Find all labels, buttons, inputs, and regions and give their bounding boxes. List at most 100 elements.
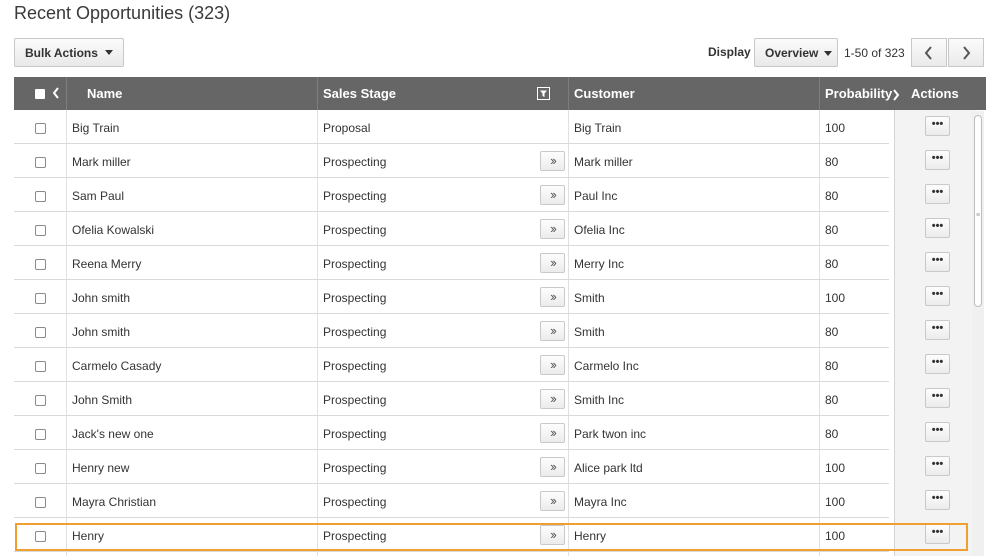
customer-cell[interactable]: Carmelo Inc — [568, 349, 819, 382]
advance-stage-button[interactable]: ›› — [540, 423, 565, 443]
advance-stage-button[interactable]: ›› — [540, 525, 565, 545]
opportunities-table: Name Sales Stage Customer Probability Ac… — [14, 77, 986, 556]
name-cell[interactable]: John smith — [66, 315, 317, 348]
header-sales-stage[interactable]: Sales Stage — [323, 77, 396, 110]
customer-cell[interactable]: Smith — [568, 315, 819, 348]
row-checkbox[interactable] — [35, 429, 46, 440]
table-row[interactable]: Big Train Proposal Big Train 100 ••• — [14, 111, 986, 145]
row-checkbox[interactable] — [35, 463, 46, 474]
row-checkbox[interactable] — [35, 157, 46, 168]
filter-icon[interactable] — [537, 87, 550, 100]
display-select[interactable]: Overview — [754, 38, 838, 67]
header-name[interactable]: Name — [87, 77, 122, 110]
customer-cell[interactable]: Paul Inc — [568, 179, 819, 212]
row-checkbox[interactable] — [35, 123, 46, 134]
advance-stage-button[interactable]: ›› — [540, 253, 565, 273]
name-cell[interactable]: Reena Merry — [66, 247, 317, 280]
customer-cell[interactable]: Big Train — [568, 111, 819, 144]
row-actions-button[interactable]: ••• — [925, 524, 950, 544]
select-all-checkbox[interactable] — [35, 89, 45, 99]
table-row[interactable]: John smith Prospecting ›› Smith 80 ••• — [14, 315, 986, 349]
row-actions-button[interactable]: ••• — [925, 150, 950, 170]
name-cell[interactable]: Sam Paul — [66, 179, 317, 212]
advance-stage-button[interactable]: ›› — [540, 219, 565, 239]
chevron-left-icon — [924, 45, 932, 60]
table-row[interactable]: Henry Prospecting ›› Henry 100 ••• — [14, 519, 986, 553]
table-row[interactable]: Jack's new one Prospecting ›› Park twon inc… — [14, 417, 986, 451]
select-cell — [14, 111, 66, 144]
customer-cell[interactable]: Smith — [568, 281, 819, 314]
vertical-scrollbar[interactable]: ≡ — [972, 111, 984, 556]
name-cell[interactable]: Henry new — [66, 451, 317, 484]
customer-cell[interactable]: Park twon inc — [568, 417, 819, 450]
advance-stage-button[interactable]: ›› — [540, 355, 565, 375]
name-cell[interactable]: John smith — [66, 281, 317, 314]
customer-cell[interactable]: Alice park ltd — [568, 451, 819, 484]
advance-stage-button[interactable]: ›› — [540, 185, 565, 205]
row-checkbox[interactable] — [35, 497, 46, 508]
table-row[interactable]: Sam Paul Prospecting ›› Paul Inc 80 ••• — [14, 179, 986, 213]
advance-stage-button[interactable]: ›› — [540, 321, 565, 341]
name-cell[interactable]: Mayra Christian — [66, 485, 317, 518]
scroll-left-icon[interactable] — [52, 87, 60, 99]
select-cell — [14, 519, 66, 552]
table-row[interactable]: Ofelia Kowalski Prospecting ›› Ofelia Inc 80… — [14, 213, 986, 247]
row-actions-button[interactable]: ••• — [925, 354, 950, 374]
probability-cell: 100 — [819, 451, 889, 484]
header-probability[interactable]: Probability — [825, 77, 894, 110]
customer-cell[interactable]: Mayra Inc — [568, 485, 819, 518]
name-cell[interactable]: John Smith — [66, 383, 317, 416]
advance-stage-button[interactable]: ›› — [540, 389, 565, 409]
row-checkbox[interactable] — [35, 191, 46, 202]
table-row[interactable]: Carmelo Casady Prospecting ›› Carmelo Inc 80… — [14, 349, 986, 383]
customer-cell[interactable]: Smith Inc — [568, 383, 819, 416]
name-cell[interactable]: Henry — [66, 519, 317, 552]
header-customer[interactable]: Customer — [574, 77, 635, 110]
row-actions-button[interactable]: ••• — [925, 388, 950, 408]
bulk-actions-button[interactable]: Bulk Actions — [14, 38, 124, 67]
row-actions-button[interactable]: ••• — [925, 456, 950, 476]
scroll-right-icon[interactable] — [892, 89, 900, 101]
row-actions-button[interactable]: ••• — [925, 490, 950, 510]
advance-stage-button[interactable]: ›› — [540, 491, 565, 511]
row-actions-button[interactable]: ••• — [925, 422, 950, 442]
customer-cell[interactable]: Merry Inc — [568, 247, 819, 280]
advance-stage-button[interactable]: ›› — [540, 457, 565, 477]
customer-cell[interactable]: Ofelia Inc — [568, 213, 819, 246]
row-checkbox[interactable] — [35, 395, 46, 406]
row-checkbox[interactable] — [35, 225, 46, 236]
scrollbar-thumb[interactable]: ≡ — [974, 115, 982, 307]
row-checkbox[interactable] — [35, 293, 46, 304]
sales-stage-cell: Prospecting — [317, 247, 568, 280]
row-actions-button[interactable]: ••• — [925, 184, 950, 204]
probability-cell: 80 — [819, 179, 889, 212]
name-cell[interactable]: Mark miller — [66, 145, 317, 178]
advance-stage-button[interactable]: ›› — [540, 287, 565, 307]
next-page-button[interactable] — [948, 38, 984, 67]
row-checkbox[interactable] — [35, 259, 46, 270]
prev-page-button[interactable] — [911, 38, 947, 67]
table-row[interactable]: Henry new Prospecting ›› Alice park ltd 100 •… — [14, 451, 986, 485]
advance-stage-button[interactable]: ›› — [540, 151, 565, 171]
table-row[interactable]: John smith Prospecting ›› Smith 100 ••• — [14, 281, 986, 315]
customer-cell[interactable]: Henry — [568, 519, 819, 552]
customer-cell[interactable]: Mark miller — [568, 145, 819, 178]
row-actions-button[interactable]: ••• — [925, 218, 950, 238]
row-checkbox[interactable] — [35, 361, 46, 372]
row-checkbox[interactable] — [35, 327, 46, 338]
sales-stage-cell: Prospecting — [317, 145, 568, 178]
table-row[interactable]: Mayra Christian Prospecting ›› Mayra Inc 100… — [14, 485, 986, 519]
name-cell[interactable]: Jack's new one — [66, 417, 317, 450]
row-checkbox[interactable] — [35, 531, 46, 542]
row-actions-button[interactable]: ••• — [925, 252, 950, 272]
table-row[interactable]: Mark miller Prospecting ›› Mark miller 80 ••• — [14, 145, 986, 179]
table-row[interactable]: Reena Merry Prospecting ›› Merry Inc 80 ••• — [14, 247, 986, 281]
name-cell[interactable]: Carmelo Casady — [66, 349, 317, 382]
row-actions-button[interactable]: ••• — [925, 320, 950, 340]
select-cell — [14, 349, 66, 382]
table-row[interactable]: John Smith Prospecting ›› Smith Inc 80 ••• — [14, 383, 986, 417]
name-cell[interactable]: Big Train — [66, 111, 317, 144]
row-actions-button[interactable]: ••• — [925, 286, 950, 306]
row-actions-button[interactable]: ••• — [925, 116, 950, 136]
name-cell[interactable]: Ofelia Kowalski — [66, 213, 317, 246]
